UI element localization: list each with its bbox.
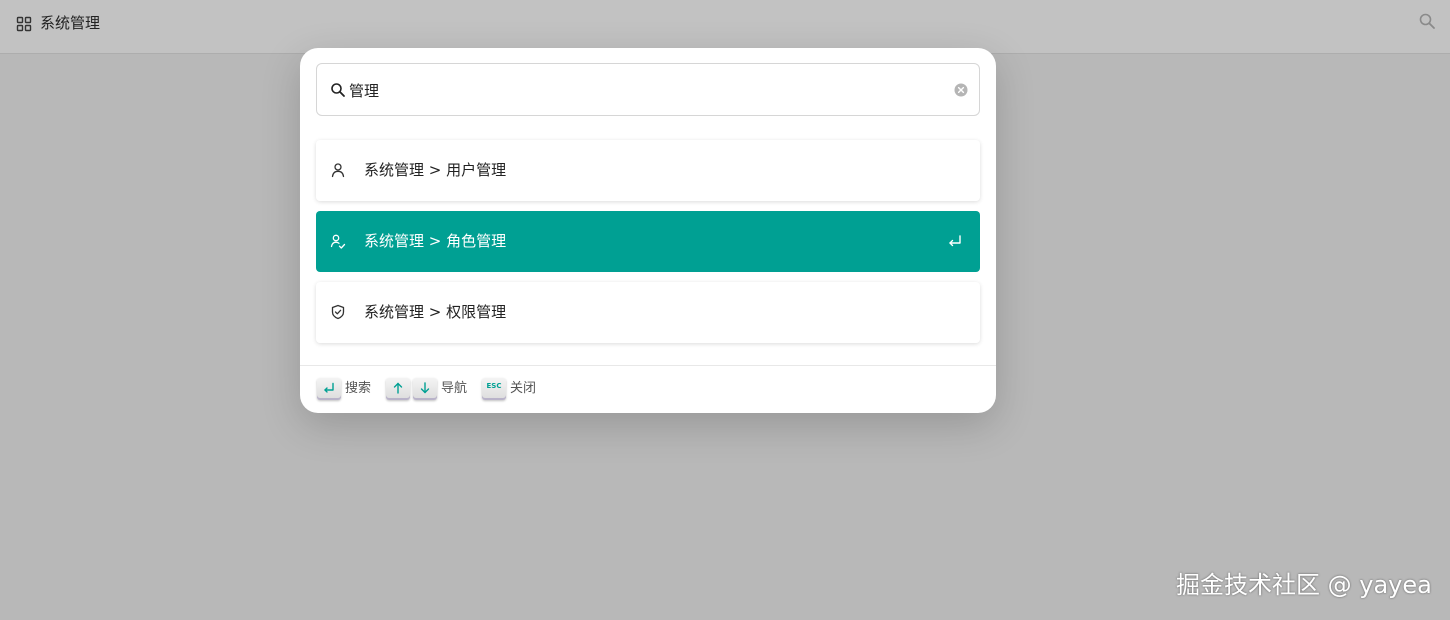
shield-icon (331, 304, 345, 320)
result-item-role-management[interactable]: 系统管理 > 角色管理 (316, 211, 980, 272)
search-modal: 系统管理 > 用户管理 系统管理 > 角色管理 系统管理 > 权限管理 搜索 (300, 48, 996, 413)
search-hint: 搜索 (345, 381, 372, 396)
enter-icon (324, 382, 334, 393)
arrow-down-icon (420, 382, 430, 394)
search-box[interactable] (316, 63, 980, 116)
enter-key (317, 378, 341, 400)
result-label: 系统管理 > 用户管理 (364, 161, 507, 179)
watermark: 掘金技术社区 @ yayea (1176, 571, 1432, 599)
top-bar: 系统管理 (0, 0, 1450, 54)
search-icon (331, 83, 345, 97)
result-label: 系统管理 > 角色管理 (364, 232, 507, 250)
enter-icon (949, 235, 961, 247)
modal-footer: 搜索 导航 ESC 关闭 (300, 365, 996, 413)
close-hint: 关闭 (510, 381, 537, 396)
role-icon (330, 234, 346, 249)
esc-key: ESC (482, 378, 506, 400)
result-item-permission-management[interactable]: 系统管理 > 权限管理 (316, 282, 980, 343)
result-item-user-management[interactable]: 系统管理 > 用户管理 (316, 140, 980, 201)
navigate-hint: 导航 (441, 381, 468, 396)
user-icon (331, 163, 345, 178)
result-label: 系统管理 > 权限管理 (364, 303, 507, 321)
arrow-up-icon (393, 382, 403, 394)
grid-icon[interactable] (16, 16, 32, 32)
clear-icon[interactable] (954, 83, 968, 97)
page-title: 系统管理 (40, 14, 101, 32)
search-input[interactable] (349, 76, 939, 104)
search-icon[interactable] (1418, 12, 1436, 30)
esc-key-label: ESC (486, 382, 502, 390)
arrow-down-key (413, 378, 437, 400)
arrow-up-key (386, 378, 410, 400)
